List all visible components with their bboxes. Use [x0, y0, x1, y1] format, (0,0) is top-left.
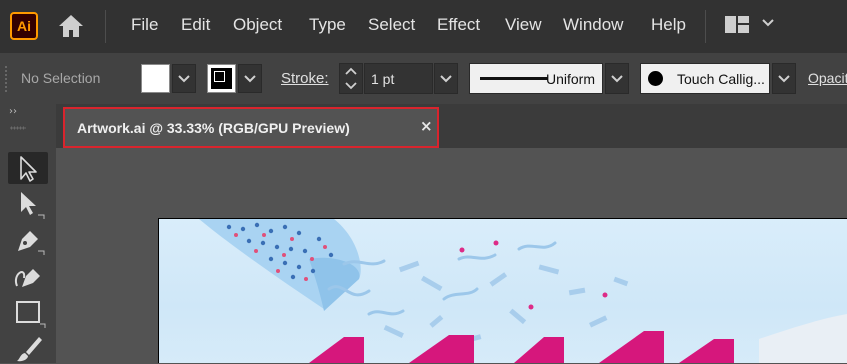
menu-view[interactable]: View — [505, 15, 542, 35]
selection-arrow-icon — [20, 156, 37, 182]
illustrator-logo: Ai — [10, 12, 38, 40]
profile-dropdown-button[interactable] — [605, 63, 629, 94]
menu-effect[interactable]: Effect — [437, 15, 480, 35]
paintbrush-icon — [17, 337, 42, 362]
artwork-image — [199, 219, 847, 363]
document-area: Artwork.ai @ 33.33% (RGB/GPU Preview) × — [56, 104, 847, 363]
direct-selection-arrow-icon — [21, 192, 45, 219]
stroke-weight-field[interactable]: 1 pt — [364, 63, 433, 94]
menu-edit[interactable]: Edit — [181, 15, 210, 35]
stroke-label[interactable]: Stroke: — [281, 70, 329, 87]
direct-selection-tool[interactable] — [8, 188, 48, 220]
menu-divider — [705, 10, 706, 43]
paintbrush-tool[interactable] — [8, 332, 48, 364]
tools-panel: ›› — [0, 104, 56, 363]
fill-dropdown-button[interactable] — [172, 64, 196, 93]
profile-label: Uniform — [546, 71, 596, 87]
collapse-panel-icon[interactable]: ›› — [9, 106, 17, 117]
panel-grip[interactable] — [4, 65, 8, 93]
opacity-label[interactable]: Opacity — [808, 70, 847, 86]
variable-width-profile-select[interactable]: Uniform — [469, 63, 603, 94]
fill-swatch[interactable] — [141, 64, 170, 93]
rectangle-icon — [16, 301, 46, 328]
home-icon[interactable] — [56, 11, 86, 41]
menu-object[interactable]: Object — [233, 15, 282, 35]
document-tab-title: Artwork.ai @ 33.33% (RGB/GPU Preview) — [77, 120, 350, 136]
stroke-swatch[interactable] — [207, 64, 236, 93]
brush-definition-select[interactable]: Touch Callig... — [640, 63, 770, 94]
artboard[interactable] — [159, 219, 847, 363]
pen-tool[interactable] — [8, 224, 48, 256]
close-icon[interactable]: × — [420, 117, 433, 135]
menu-type[interactable]: Type — [309, 15, 346, 35]
stroke-weight-stepper[interactable] — [339, 63, 363, 94]
chevron-down-icon — [244, 75, 256, 83]
menu-help[interactable]: Help — [651, 15, 686, 35]
stroke-swatch-marker — [214, 71, 225, 82]
chevron-down-icon[interactable] — [761, 18, 775, 28]
brush-tip-icon — [648, 71, 663, 86]
curvature-tool[interactable] — [8, 260, 48, 292]
menu-bar: Ai File Edit Object Type Select Effect V… — [0, 0, 847, 53]
curvature-pen-icon — [14, 269, 40, 287]
panel-grip[interactable] — [10, 126, 26, 130]
profile-preview-line — [480, 77, 548, 80]
brush-dropdown-button[interactable] — [772, 63, 796, 94]
stroke-weight-dropdown-button[interactable] — [434, 63, 458, 94]
workspace-switcher-icon[interactable] — [724, 14, 750, 36]
document-tab-strip: Artwork.ai @ 33.33% (RGB/GPU Preview) × — [56, 104, 847, 148]
stepper-arrows-icon — [345, 67, 357, 90]
menu-select[interactable]: Select — [368, 15, 415, 35]
selection-tool[interactable] — [8, 152, 48, 184]
rectangle-tool[interactable] — [8, 296, 48, 328]
chevron-down-icon — [178, 75, 190, 83]
selection-status: No Selection — [21, 70, 101, 86]
stroke-dropdown-button[interactable] — [238, 64, 262, 93]
chevron-down-icon — [440, 75, 452, 83]
chevron-down-icon — [778, 75, 790, 83]
chevron-down-icon — [611, 75, 623, 83]
menu-file[interactable]: File — [131, 15, 158, 35]
menu-window[interactable]: Window — [563, 15, 623, 35]
menu-divider — [105, 10, 106, 43]
brush-label: Touch Callig... — [677, 71, 765, 87]
document-tab[interactable]: Artwork.ai @ 33.33% (RGB/GPU Preview) × — [63, 107, 439, 148]
pen-icon — [18, 231, 45, 255]
control-bar: No Selection Stroke: 1 pt Uniform Touch … — [0, 53, 847, 105]
canvas[interactable] — [158, 218, 847, 363]
